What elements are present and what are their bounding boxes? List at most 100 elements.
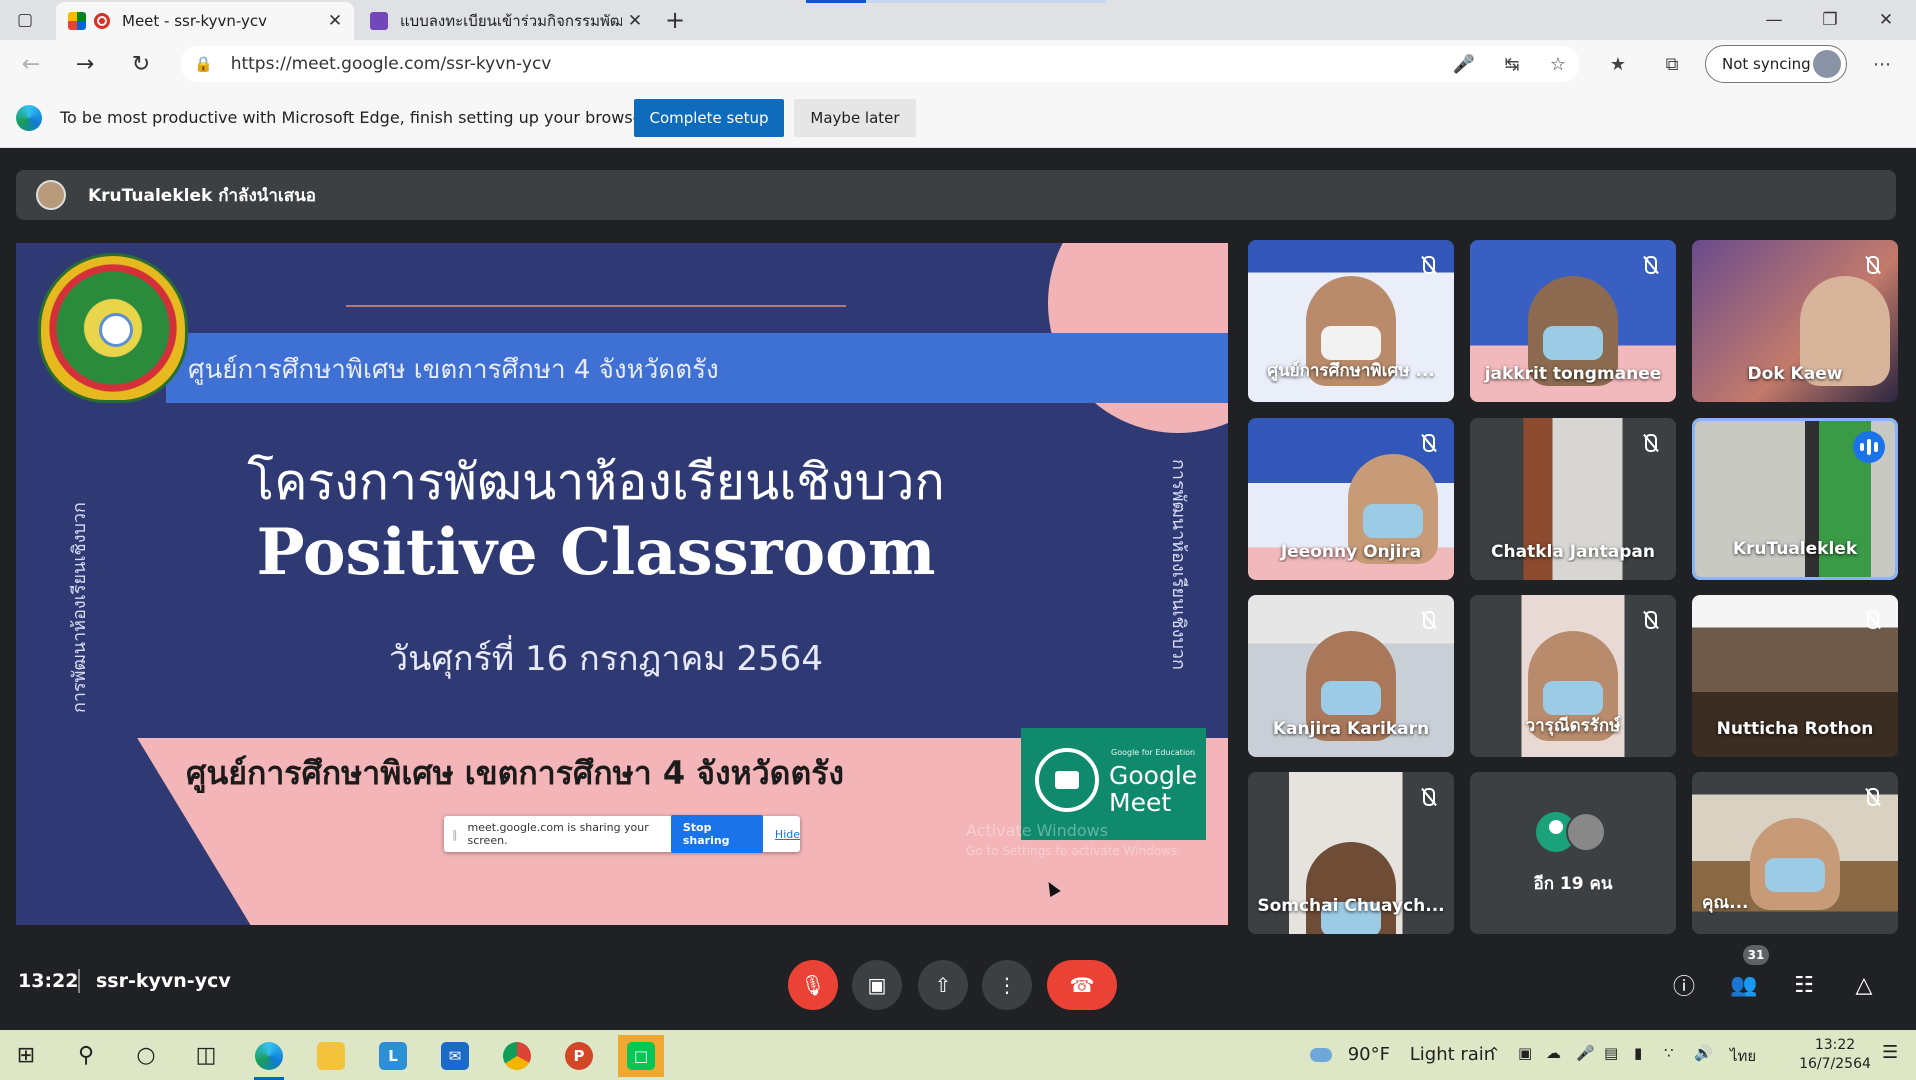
chat-icon[interactable]: ☷ xyxy=(1786,967,1822,1003)
participant-tile[interactable]: jakkrit tongmanee xyxy=(1470,240,1676,402)
close-window-icon[interactable]: ✕ xyxy=(1858,0,1914,40)
participant-tile[interactable]: Nutticha Rothon xyxy=(1692,595,1898,757)
clock-time: 13:22 xyxy=(1814,1037,1856,1053)
participant-tile[interactable]: Chatkla Jantapan xyxy=(1470,418,1676,580)
show-hidden-icons-icon[interactable]: ⌃ xyxy=(1488,1044,1501,1062)
add-favorite-icon[interactable]: ☆ xyxy=(1542,48,1574,80)
new-tab-button[interactable]: + xyxy=(660,6,690,34)
windows-taskbar: ⊞ ⚲ ○ ◫ L ✉ P □ 90°F Light rain ⌃ ▣ ☁ 🎤 … xyxy=(0,1030,1916,1080)
camera-icon: ▣ xyxy=(867,973,887,997)
participant-name: Nutticha Rothon xyxy=(1716,719,1874,739)
back-icon[interactable]: ← xyxy=(14,48,48,80)
participant-tile[interactable]: Kanjira Karikarn xyxy=(1248,595,1454,757)
maybe-later-button[interactable]: Maybe later xyxy=(794,99,916,137)
favorites-icon[interactable]: ★ xyxy=(1602,48,1634,80)
participant-tile[interactable]: คุณ... xyxy=(1692,772,1898,934)
activities-icon[interactable]: △ xyxy=(1846,967,1882,1003)
participant-name: Dok Kaew xyxy=(1747,364,1843,384)
activate-windows-watermark: Activate Windows Go to Settings to activ… xyxy=(966,821,1181,861)
leave-call-button[interactable]: ☎ xyxy=(1047,960,1117,1010)
participant-tile[interactable]: Jeeonny Onjira xyxy=(1248,418,1454,580)
present-screen-button[interactable]: ⇧ xyxy=(918,960,968,1010)
mic-off-icon: 🎙 xyxy=(800,973,826,997)
microphone-icon[interactable]: 🎤 xyxy=(1448,48,1480,80)
slide-decor-line xyxy=(346,305,846,307)
system-clock[interactable]: 13:22 16/7/2564 xyxy=(1792,1036,1878,1074)
slide-title-english: Positive Classroom xyxy=(256,515,936,590)
tray-app-icon[interactable]: ▣ xyxy=(1518,1044,1532,1062)
profile-sync-button[interactable]: Not syncing xyxy=(1705,45,1847,83)
participant-mask xyxy=(1765,858,1825,892)
minimize-icon[interactable]: — xyxy=(1746,0,1802,40)
hang-up-icon: ☎ xyxy=(1069,973,1095,997)
camera-toggle-button[interactable]: ▣ xyxy=(852,960,902,1010)
taskbar-edge[interactable] xyxy=(246,1035,292,1080)
drag-handle-icon[interactable]: ‖ xyxy=(452,828,458,841)
battery-icon[interactable]: ▮ xyxy=(1634,1044,1642,1062)
taskbar-powerpoint[interactable]: P xyxy=(556,1035,602,1077)
cloud-rain-icon xyxy=(1310,1048,1332,1062)
microphone-tray-icon[interactable]: 🎤 xyxy=(1576,1044,1595,1062)
close-tab-icon[interactable]: ✕ xyxy=(322,11,348,31)
forward-icon[interactable]: → xyxy=(68,48,102,80)
more-participants-tile[interactable]: อีก 19 คน xyxy=(1470,772,1676,934)
presentation-screen[interactable]: ศูนย์การศึกษาพิเศษ เขตการศึกษา 4 จังหวัด… xyxy=(16,243,1228,925)
more-participants-avatars xyxy=(1536,812,1616,856)
participant-name: Jeeonny Onjira xyxy=(1280,542,1422,562)
people-icon[interactable]: 👥 xyxy=(1726,967,1762,1003)
more-options-button[interactable]: ⋮ xyxy=(982,960,1032,1010)
participant-tile[interactable]: ศูนย์การศึกษาพิเศษ ... xyxy=(1248,240,1454,402)
taskbar-l-app[interactable]: L xyxy=(370,1035,416,1077)
windows-start-icon[interactable]: ⊞ xyxy=(6,1037,46,1073)
mic-off-icon xyxy=(1640,254,1662,276)
clock-date: 16/7/2564 xyxy=(1799,1056,1871,1072)
slide-bottom-text: ศูนย์การศึกษาพิเศษ เขตการศึกษา 4 จังหวัด… xyxy=(186,754,845,792)
close-tab-icon[interactable]: ✕ xyxy=(622,11,648,31)
cortana-icon[interactable]: ○ xyxy=(126,1037,166,1073)
input-language[interactable]: ไทย xyxy=(1730,1044,1756,1068)
recording-icon xyxy=(94,13,110,29)
present-screen-icon: ⇧ xyxy=(934,973,952,997)
wifi-icon[interactable]: ∵ xyxy=(1664,1044,1674,1062)
weather-widget[interactable]: 90°F Light rain xyxy=(1310,1044,1495,1065)
microphone-toggle-button[interactable]: 🎙 xyxy=(788,960,838,1010)
taskbar-chrome[interactable] xyxy=(494,1035,540,1077)
stop-sharing-button[interactable]: Stop sharing xyxy=(670,815,763,853)
participant-tile[interactable]: วารุณีดรรักษ์ xyxy=(1470,595,1676,757)
participant-name: Somchai Chuaych... xyxy=(1257,896,1445,916)
restore-icon[interactable]: ❐ xyxy=(1802,0,1858,40)
search-icon[interactable]: ⚲ xyxy=(66,1037,106,1073)
participant-tile[interactable]: Dok Kaew xyxy=(1692,240,1898,402)
task-view-icon[interactable]: ◫ xyxy=(186,1037,226,1073)
hide-link[interactable]: Hide xyxy=(775,828,800,841)
taskbar-mail[interactable]: ✉ xyxy=(432,1035,478,1077)
collections-icon[interactable]: ⧉ xyxy=(1656,48,1688,80)
more-menu-icon[interactable]: ⋯ xyxy=(1866,48,1898,80)
participant-tile-speaking[interactable]: KruTualeklek xyxy=(1692,418,1898,580)
presenter-bar: KruTualeklek กำลังนำเสนอ xyxy=(16,170,1896,220)
url-field[interactable]: 🔒 https://meet.google.com/ssr-kyvn-ycv xyxy=(180,46,1580,82)
mail-icon: ✉ xyxy=(441,1042,469,1070)
chrome-icon xyxy=(503,1042,531,1070)
tray-app2-icon[interactable]: ▤ xyxy=(1604,1044,1618,1062)
participant-tile[interactable]: Somchai Chuaych... xyxy=(1248,772,1454,934)
participant-name: jakkrit tongmanee xyxy=(1484,364,1662,384)
taskbar-file-explorer[interactable] xyxy=(308,1035,354,1077)
tab-actions-icon[interactable]: ▢ xyxy=(8,8,42,32)
presenter-avatar xyxy=(36,180,66,210)
complete-setup-button[interactable]: Complete setup xyxy=(634,99,784,137)
notifications-icon[interactable]: ☰ xyxy=(1882,1042,1898,1063)
meet-favicon-icon xyxy=(68,12,86,30)
refresh-icon[interactable]: ↻ xyxy=(124,48,158,80)
tab-registration-form[interactable]: แบบลงทะเบียนเข้าร่วมกิจกรรมพัฒนา ✕ xyxy=(358,2,654,40)
temperature: 90°F xyxy=(1347,1044,1390,1065)
mic-off-icon xyxy=(1418,786,1440,808)
tab-meet[interactable]: Meet - ssr-kyvn-ycv ✕ xyxy=(56,2,354,40)
translate-icon[interactable]: ↹ xyxy=(1496,48,1528,80)
meeting-details-icon[interactable]: ⓘ xyxy=(1666,967,1702,1003)
url-text[interactable]: https://meet.google.com/ssr-kyvn-ycv xyxy=(231,54,1580,74)
volume-icon[interactable]: 🔊 xyxy=(1694,1044,1713,1062)
taskbar-line[interactable]: □ xyxy=(618,1035,664,1077)
onedrive-icon[interactable]: ☁ xyxy=(1546,1044,1561,1062)
lock-icon[interactable]: 🔒 xyxy=(194,55,213,73)
